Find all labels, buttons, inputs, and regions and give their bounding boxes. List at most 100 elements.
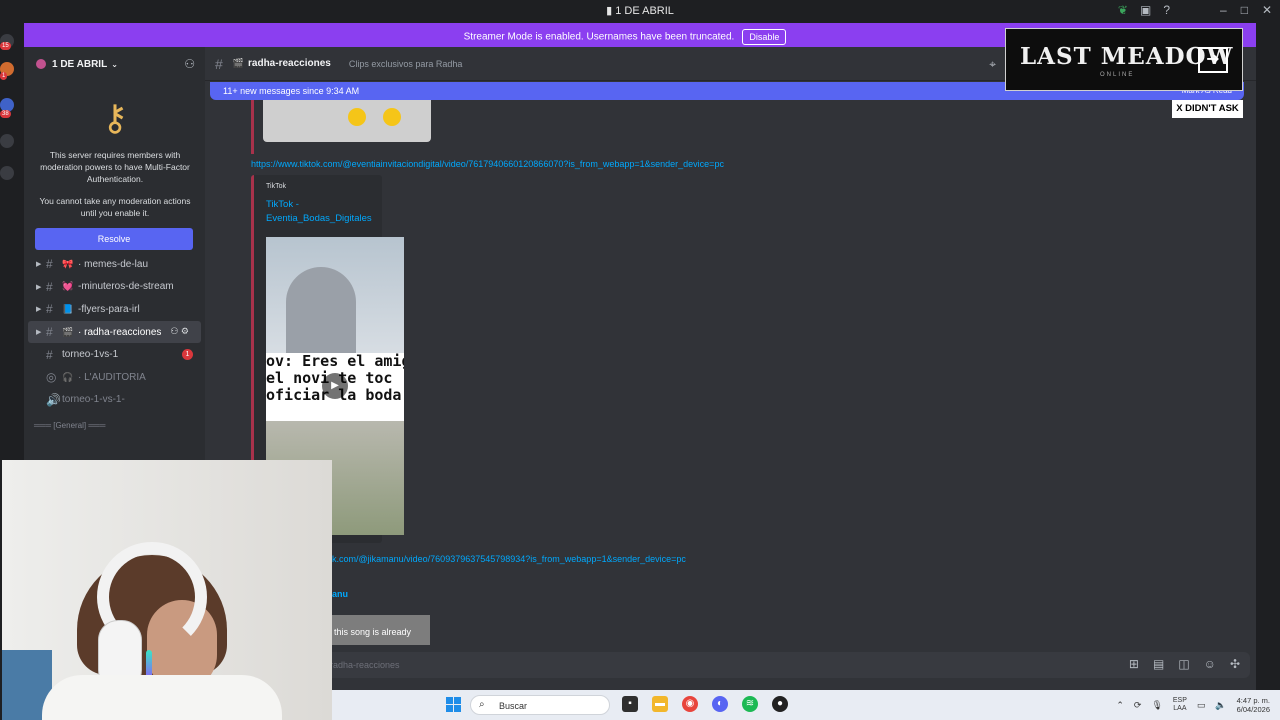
windows-start-icon[interactable]	[446, 697, 461, 712]
message-accent	[251, 100, 254, 154]
message-composer[interactable]: radha-reacciones ⊞ ▤ ◫ ☺ ✣	[210, 652, 1250, 678]
webcam-overlay	[2, 460, 332, 720]
composer-placeholder: radha-reacciones	[330, 660, 400, 670]
embed-title[interactable]: TikTok - Eventia_Bodas_Digitales	[266, 198, 386, 226]
channel-item-minuteros-de-stream[interactable]: ▶ # 💓 -minuteros-de-stream	[24, 276, 205, 299]
inbox-icon[interactable]: ▣	[1140, 3, 1151, 17]
new-messages-text: 11+ new messages since 9:34 AM	[223, 86, 360, 96]
play-icon[interactable]: ▶	[322, 373, 348, 399]
caption-line: ov: Eres el amig	[266, 353, 404, 370]
help-icon[interactable]: ?	[1163, 3, 1170, 17]
close-icon[interactable]: ✕	[1262, 3, 1272, 17]
voice-channel-icon: 🔊	[46, 392, 61, 407]
channel-label: · memes-de-lau	[78, 258, 149, 270]
search-label: Buscar	[499, 701, 528, 711]
mfa-text: This server requires members with modera…	[40, 150, 190, 184]
channel-label: torneo-1vs-1	[62, 349, 119, 361]
message-link-2[interactable]: k.com/@jikamanu/video/760937963754579893…	[332, 554, 686, 564]
clock-date: 6/04/2026	[1236, 705, 1270, 714]
text-channel-icon: #	[46, 257, 53, 272]
channel-item-flyers-para-irl[interactable]: ▶ # 📘 -flyers-para-irl	[24, 298, 205, 321]
windows-taskbar: ⌕ Buscar ▪ ▬ ◉ ◐ ≋ ● ⌃ ⟳ 🎙 ESP LAA ▭ 🔈 4:…	[332, 690, 1280, 720]
channel-item-lauditoria[interactable]: ◎ 🎧 · L'AUDITORIA	[24, 366, 205, 389]
chevron-down-icon: ⌄	[111, 59, 118, 69]
channel-emoji: 📘	[62, 303, 74, 314]
invite-people-icon[interactable]: ⚇	[184, 57, 195, 71]
text-channel-icon: #	[46, 279, 53, 294]
language-indicator[interactable]: ESP LAA	[1173, 697, 1187, 713]
overlay-tag: X DIDN'T ASK	[1172, 100, 1243, 118]
channel-label: · radha-reacciones	[78, 326, 162, 338]
rail-badge: 1	[0, 72, 8, 80]
channel-tools: ⚇ ⚙	[170, 326, 189, 337]
taskbar-apps: ▪ ▬ ◉ ◐ ≋ ●	[622, 696, 788, 712]
network-icon[interactable]: ▭	[1197, 700, 1206, 711]
resolve-button[interactable]: Resolve	[35, 228, 193, 250]
threads-icon[interactable]: ⌖	[989, 57, 996, 72]
system-tray: ⌃ ⟳ 🎙 ESP LAA ▭ 🔈 4:47 p. m. 6/04/2026	[1116, 696, 1270, 714]
discord-icon[interactable]: ◐	[712, 696, 728, 712]
invite-icon[interactable]: ⚇	[170, 326, 178, 336]
channel-item-torneo-1-vs-1[interactable]: 🔊 torneo-1-vs-1-	[24, 389, 205, 412]
chrome-icon[interactable]: ◉	[682, 696, 698, 712]
text-channel-icon: #	[46, 325, 53, 340]
apps-icon[interactable]: ✣	[1230, 657, 1240, 671]
unread-badge: 1	[182, 349, 193, 361]
gif-icon[interactable]: ▤	[1153, 657, 1164, 671]
microphone-icon[interactable]: 🎙	[1151, 700, 1162, 711]
file-explorer-icon[interactable]: ▬	[652, 696, 668, 712]
disable-button[interactable]: Disable	[742, 29, 787, 45]
duck-image	[383, 108, 401, 126]
server-name: 1 DE ABRIL	[52, 58, 108, 70]
collapse-arrow-icon: ▶	[36, 329, 42, 337]
gift-icon[interactable]: ⊞	[1129, 657, 1139, 671]
leaf-icon[interactable]: ❦	[1118, 3, 1128, 17]
rail-badge: 38	[0, 110, 11, 118]
channel-label: -minuteros-de-stream	[78, 281, 174, 293]
arrow-right-icon: ➔	[1198, 47, 1228, 73]
add-server-icon[interactable]	[0, 134, 14, 148]
overlay-logo-sub: ONLINE	[1100, 72, 1135, 78]
channel-label: · L'AUDITORIA	[78, 371, 146, 383]
server-header[interactable]: 1 DE ABRIL ⌄ ⚇	[24, 47, 205, 81]
sticker-icon[interactable]: ◫	[1178, 657, 1189, 671]
video-thumbnail-2[interactable]: this song is already	[332, 615, 430, 645]
emoji-icon[interactable]: ☺	[1204, 657, 1216, 671]
channel-label: torneo-1-vs-1-	[62, 394, 125, 406]
channel-list: ▶ # 🎀 · memes-de-lau ▶ # 💓 -minuteros-de…	[24, 253, 205, 433]
channel-item-memes-de-lau[interactable]: ▶ # 🎀 · memes-de-lau	[24, 253, 205, 276]
channel-item-radha-reacciones[interactable]: ▶ # 🎬 · radha-reacciones ⚇ ⚙	[28, 320, 201, 344]
task-view-icon[interactable]: ▪	[622, 696, 638, 712]
gear-icon[interactable]: ⚙	[181, 326, 189, 336]
video-person	[286, 267, 356, 357]
text-channel-icon: #	[46, 347, 53, 362]
obs-icon[interactable]: ●	[772, 696, 788, 712]
channel-topic[interactable]: Clips exclusivos para Radha	[349, 59, 463, 69]
taskbar-search[interactable]: ⌕ Buscar	[470, 695, 610, 715]
streamer-mode-text: Streamer Mode is enabled. Usernames have…	[463, 31, 735, 43]
text-channel-icon: #	[46, 302, 53, 317]
channel-label: -flyers-para-irl	[78, 303, 140, 315]
clock[interactable]: 4:47 p. m. 6/04/2026	[1237, 696, 1270, 714]
spotify-icon[interactable]: ≋	[742, 696, 758, 712]
stage-channel-icon: ◎	[46, 370, 57, 385]
maximize-icon[interactable]: □	[1241, 3, 1248, 17]
message-link[interactable]: https://www.tiktok.com/@eventiainvitacio…	[251, 159, 724, 169]
mfa-text-2: You cannot take any moderation actions u…	[39, 196, 191, 218]
explore-icon[interactable]	[0, 166, 14, 180]
title-icons: ❦ ▣ ?	[1118, 3, 1170, 17]
title-bar: ▮ 1 DE ABRIL ❦ ▣ ? – □ ✕	[0, 0, 1280, 22]
sync-icon[interactable]: ⟳	[1134, 700, 1142, 711]
image-attachment[interactable]	[263, 100, 431, 142]
collapse-arrow-icon: ▶	[36, 306, 42, 314]
channel-item-torneo-1vs-1[interactable]: # torneo-1vs-1 1	[24, 343, 205, 366]
lang-line-2: LAA	[1173, 705, 1187, 712]
embed-title-2[interactable]: anu	[332, 589, 348, 599]
volume-icon[interactable]: 🔈	[1215, 700, 1226, 711]
duck-image	[348, 108, 366, 126]
stream-overlay-logo: LAST MEADOW ONLINE ➔	[1005, 28, 1243, 91]
category-general[interactable]: ═══ [General] ═══	[24, 417, 205, 433]
minimize-icon[interactable]: –	[1220, 3, 1227, 17]
chevron-up-icon[interactable]: ⌃	[1116, 700, 1124, 711]
channel-emoji: 🎬	[232, 58, 245, 68]
